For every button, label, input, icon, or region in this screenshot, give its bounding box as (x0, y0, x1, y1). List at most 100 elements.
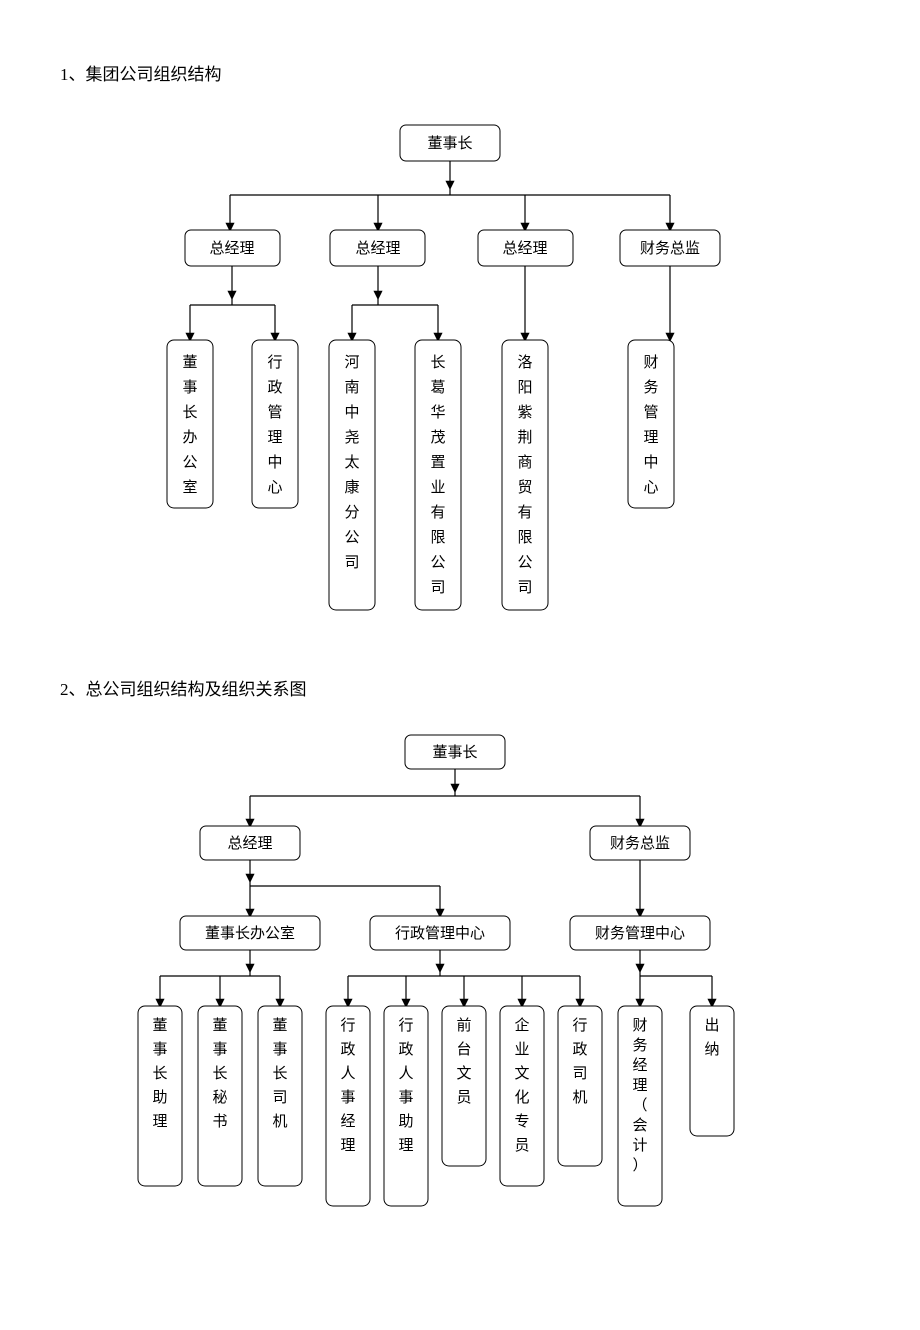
heading-1: 1、集团公司组织结构 (60, 60, 860, 85)
d2-l4-4: 理 (398, 1138, 413, 1154)
d2-l4-1: 董 (212, 1017, 227, 1034)
d1-l3-4: 荆 (517, 429, 532, 446)
d2-l2-0: 总经理 (227, 835, 272, 852)
d2-l4-1: 秘 (212, 1089, 227, 1106)
d1-l3-3: 公 (430, 555, 445, 571)
d1-l3-4: 阳 (517, 379, 532, 396)
d1-l3-3: 华 (430, 404, 445, 421)
d1-l3-2: 司 (344, 555, 359, 571)
d2-l4-2: 事 (272, 1041, 287, 1058)
d1-l3-3: 限 (430, 529, 445, 546)
d2-l4-8: 经 (632, 1057, 647, 1074)
d2-l2-1: 财务总监 (610, 835, 670, 852)
d2-l4-1: 事 (212, 1041, 227, 1058)
d2-l4-5: 前 (456, 1017, 471, 1034)
d1-l3-3: 置 (430, 455, 445, 471)
d2-l4-3: 理 (340, 1138, 355, 1154)
d2-l4-7: 行 (572, 1017, 587, 1034)
d2-l4-1: 书 (212, 1113, 227, 1130)
d1-l3-0: 办 (182, 429, 197, 446)
d2-l4-3: 人 (340, 1065, 355, 1082)
d1-l3-4: 有 (517, 504, 532, 521)
d1-l3-3: 有 (430, 504, 445, 521)
d1-l3-2: 中 (344, 404, 359, 421)
d2-l4-6: 文 (514, 1065, 529, 1082)
d2-l3-2: 财务管理中心 (595, 925, 685, 942)
d2-l4-1: 长 (212, 1065, 227, 1082)
d2-l4-8: 计 (632, 1137, 647, 1154)
d2-l4-0: 理 (152, 1114, 167, 1130)
d1-l3-4: 贸 (517, 479, 532, 496)
d2-root: 董事长 (432, 744, 477, 761)
d2-l4-3: 经 (340, 1113, 355, 1130)
d2-l4-2: 董 (272, 1017, 287, 1034)
d2-l3-1: 行政管理中心 (395, 925, 485, 942)
d1-l3-1: 政 (267, 379, 282, 396)
d1-l3-1: 管 (267, 404, 282, 421)
d2-l4-2: 司 (272, 1090, 287, 1106)
diagram-2: 董事长 总经理 财务总监 董事长办公室 行政管理中心 财务管理中心 (60, 730, 860, 1250)
d1-l3-5: 财 (643, 354, 658, 371)
d1-l3-5: 理 (643, 430, 658, 446)
d1-l3-2: 分 (344, 504, 359, 521)
d1-l3-1: 中 (267, 454, 282, 471)
d1-l3-2: 康 (344, 479, 359, 496)
d1-l3-3: 长 (430, 354, 445, 371)
diagram-1: 董事长 总经理 总经理 总经理 财务总监 董事长办公室行政管理中心河南中尧太康分… (60, 115, 860, 635)
d1-l3-2: 尧 (344, 429, 359, 446)
d1-l3-1: 行 (267, 354, 282, 371)
d2-l4-5: 文 (456, 1065, 471, 1082)
d1-l3-5: 务 (643, 379, 658, 396)
d2-l4-6: 企 (514, 1016, 529, 1034)
d1-l3-0: 公 (182, 455, 197, 471)
d2-l4-4: 人 (398, 1065, 413, 1082)
d2-l4-6: 业 (514, 1041, 529, 1058)
d2-l4-4: 行 (398, 1017, 413, 1034)
d1-l3-4: 洛 (517, 354, 532, 371)
d2-l4-2: 长 (272, 1065, 287, 1082)
d2-l4-8: 务 (632, 1037, 647, 1054)
d2-l4-7: 司 (572, 1066, 587, 1082)
d2-l4-8: 财 (632, 1017, 647, 1034)
d1-l3-0: 事 (182, 379, 197, 396)
d1-l3-2: 河 (344, 354, 359, 371)
d2-l4-6: 员 (514, 1138, 529, 1154)
d1-l3-5: 中 (643, 454, 658, 471)
d2-l4-5: 员 (456, 1090, 471, 1106)
d1-l3-2: 太 (344, 454, 359, 471)
d1-l3-5: 管 (643, 404, 658, 421)
d1-l3-1: 心 (267, 479, 282, 496)
d2-l4-9: 出 (704, 1017, 719, 1034)
d1-l3-4: 司 (517, 580, 532, 596)
d1-l3-2: 公 (344, 530, 359, 546)
d1-l3-3: 业 (430, 479, 445, 496)
d1-l2-3: 财务总监 (640, 240, 700, 257)
d2-l4-8: 会 (632, 1117, 647, 1134)
d1-l3-0: 长 (182, 404, 197, 421)
d2-l4-4: 事 (398, 1089, 413, 1106)
d1-l3-3: 司 (430, 580, 445, 596)
d2-l4-0: 事 (152, 1041, 167, 1058)
d2-l4-3: 行 (340, 1017, 355, 1034)
heading-2: 2、总公司组织结构及组织关系图 (60, 675, 860, 700)
d1-l2-2: 总经理 (502, 240, 547, 257)
d2-l4-2: 机 (272, 1113, 287, 1130)
d1-root: 董事长 (427, 135, 472, 152)
d1-l3-3: 葛 (430, 379, 445, 396)
d1-l3-4: 紫 (517, 404, 532, 421)
d2-l4-4: 政 (398, 1041, 413, 1058)
d2-l4-0: 长 (152, 1065, 167, 1082)
d1-l3-3: 茂 (430, 429, 445, 446)
d2-l4-3: 政 (340, 1041, 355, 1058)
d1-l3-4: 商 (517, 454, 532, 471)
d2-l4-8: 理 (632, 1078, 647, 1094)
d2-l4-3: 事 (340, 1089, 355, 1106)
d2-l4-8: （ (632, 1097, 647, 1114)
d1-l3-4: 限 (517, 529, 532, 546)
d1-l3-1: 理 (267, 430, 282, 446)
d2-l4-5: 台 (456, 1041, 471, 1058)
d1-l3-4: 公 (517, 555, 532, 571)
d1-l3-2: 南 (344, 379, 359, 396)
d2-l4-6: 化 (514, 1089, 529, 1106)
d2-l4-6: 专 (514, 1113, 529, 1130)
